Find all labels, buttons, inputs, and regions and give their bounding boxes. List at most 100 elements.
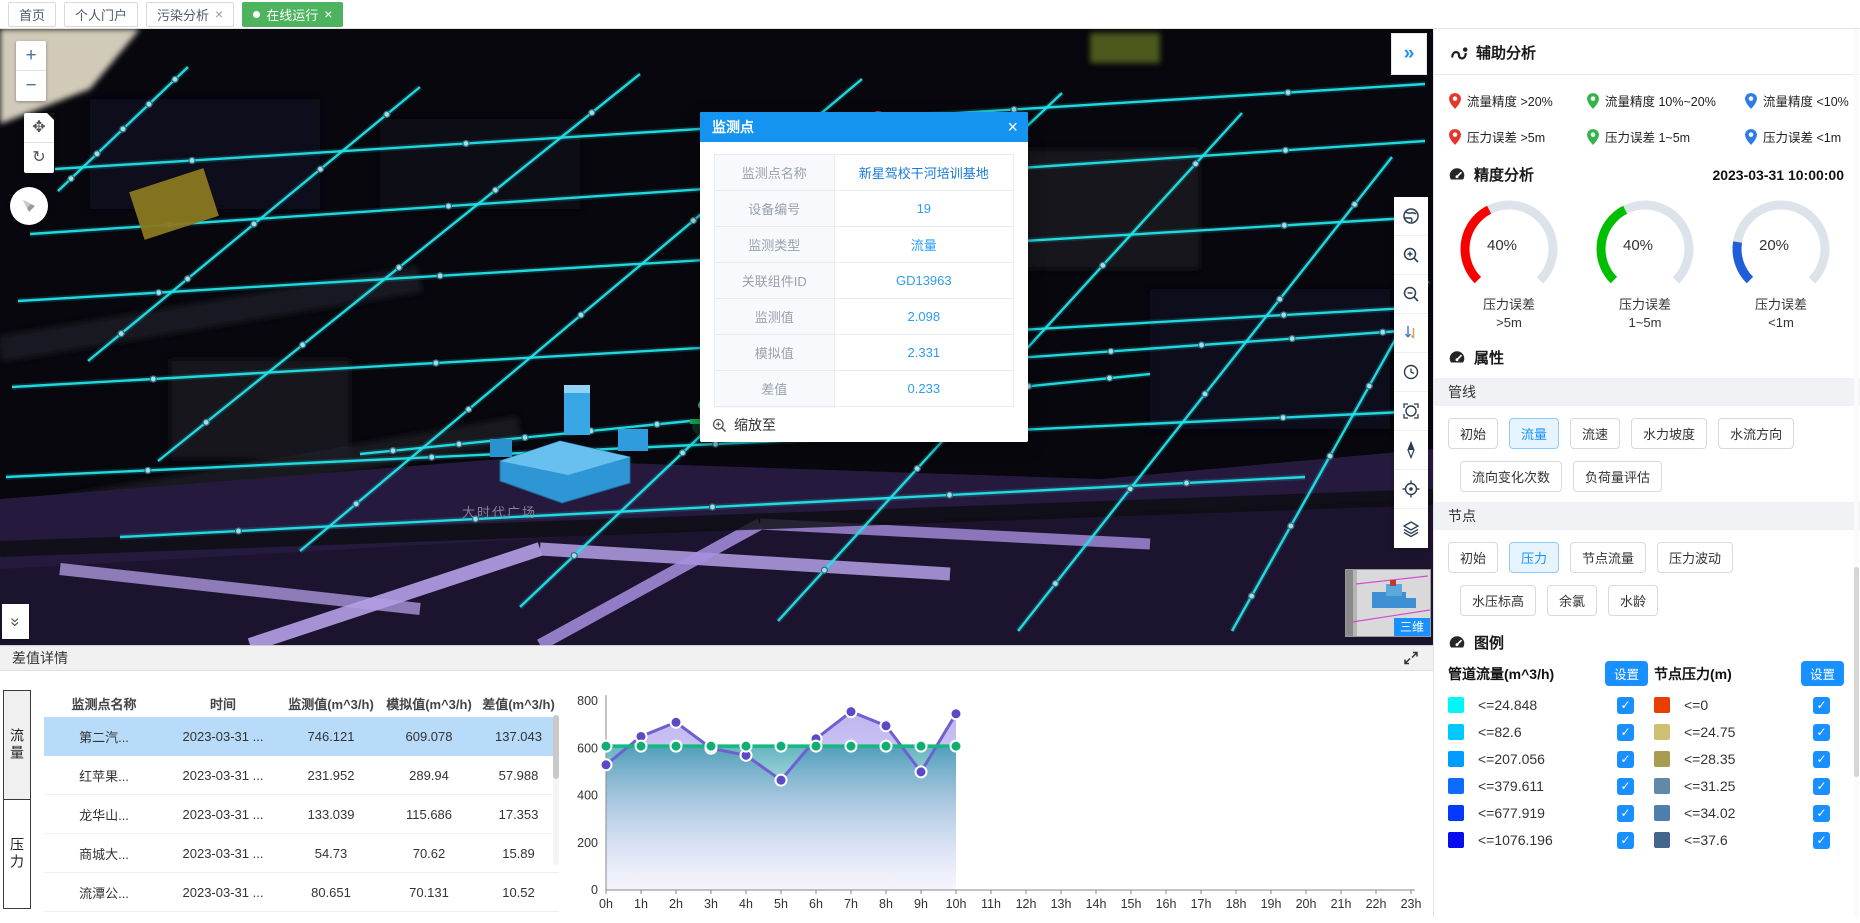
attr-button-流速[interactable]: 流速 — [1570, 418, 1620, 449]
legend-item-label: <=0 — [1684, 697, 1813, 713]
color-swatch — [1448, 751, 1464, 767]
metric-tab-流量[interactable]: 流量 — [3, 690, 31, 800]
table-row[interactable]: 商城大...2023-03-31 ...54.7370.6215.89 — [44, 834, 559, 873]
zoom-to-button[interactable]: 缩放至 — [700, 408, 1028, 442]
svg-text:13h: 13h — [1051, 897, 1072, 911]
attr-button-水流方向[interactable]: 水流方向 — [1718, 418, 1794, 449]
legend-checkbox[interactable]: ✓ — [1813, 751, 1830, 768]
layers-button[interactable] — [1394, 509, 1428, 548]
attr-button-流向变化次数[interactable]: 流向变化次数 — [1460, 461, 1562, 492]
map-place-label: 大时代广场 — [462, 505, 537, 520]
legend-checkbox[interactable]: ✓ — [1813, 724, 1830, 741]
metric-tabs: 流量压力 — [3, 690, 31, 909]
fullscreen-icon[interactable] — [1403, 650, 1419, 666]
scrollbar-thumb[interactable] — [553, 715, 559, 779]
frame-select-button[interactable] — [1394, 392, 1428, 431]
globe-button[interactable] — [1394, 197, 1428, 236]
double-down-arrows-icon — [1402, 324, 1420, 342]
legend-checkbox[interactable]: ✓ — [1813, 778, 1830, 795]
table-row[interactable]: 第二汽...2023-03-31 ...746.121609.078137.04… — [44, 717, 559, 756]
attr-button-压力波动[interactable]: 压力波动 — [1657, 542, 1733, 573]
legend-column-header: 节点压力(m) — [1654, 664, 1732, 684]
map-zoom-out-button[interactable]: − — [16, 71, 46, 101]
attr-button-水压标高[interactable]: 水压标高 — [1460, 585, 1536, 616]
attr-button-节点流量[interactable]: 节点流量 — [1570, 542, 1646, 573]
compare-arrows-button[interactable] — [1394, 314, 1428, 353]
compass-button[interactable] — [10, 187, 48, 225]
attr-button-水力坡度[interactable]: 水力坡度 — [1631, 418, 1707, 449]
accuracy-title: 精度分析 — [1474, 164, 1534, 185]
color-swatch — [1448, 724, 1464, 740]
table-cell: 231.952 — [282, 756, 380, 795]
table-row[interactable]: 龙华山...2023-03-31 ...133.039115.68617.353 — [44, 795, 559, 834]
legend-checkbox[interactable]: ✓ — [1617, 832, 1634, 849]
color-swatch — [1654, 724, 1670, 740]
legend-checkbox[interactable]: ✓ — [1617, 697, 1634, 714]
settings-button[interactable]: 设置 — [1605, 661, 1648, 686]
legend-checkbox[interactable]: ✓ — [1813, 697, 1830, 714]
map-zoom-in-button[interactable]: + — [16, 41, 46, 71]
attr-button-负荷量评估[interactable]: 负荷量评估 — [1573, 461, 1662, 492]
marker-legend-label: 流量精度 >20% — [1467, 91, 1553, 110]
close-tab-icon[interactable]: × — [324, 7, 332, 21]
close-icon[interactable]: × — [1007, 118, 1018, 136]
scrollbar-thumb[interactable] — [1854, 567, 1859, 777]
legend-item: <=31.25✓ — [1654, 777, 1844, 795]
table-row[interactable]: 红苹果...2023-03-31 ...231.952289.9457.988 — [44, 756, 559, 795]
attr-button-水龄[interactable]: 水龄 — [1608, 585, 1658, 616]
legend-checkbox[interactable]: ✓ — [1813, 832, 1830, 849]
tab-污染分析[interactable]: 污染分析× — [146, 2, 234, 27]
accuracy-timestamp: 2023-03-31 10:00:00 — [1712, 167, 1844, 183]
gauge-value: 20% — [1720, 237, 1828, 254]
table-cell: 17.353 — [478, 795, 559, 834]
svg-text:5h: 5h — [774, 897, 788, 911]
table-cell: 2023-03-31 ... — [164, 795, 282, 834]
map-rotate-button[interactable]: ↻ — [24, 143, 54, 173]
bottom-panel-collapse-button[interactable]: » — [2, 604, 29, 639]
tab-label: 个人门户 — [75, 5, 127, 24]
legend-item-label: <=1076.196 — [1478, 832, 1617, 848]
popup-row-value[interactable]: 新星驾校干河培训基地 — [834, 155, 1013, 191]
tab-个人门户[interactable]: 个人门户 — [64, 2, 138, 27]
attr-button-余氯[interactable]: 余氯 — [1547, 585, 1597, 616]
map-pan-button[interactable]: ✥ — [24, 113, 54, 143]
attr-button-初始[interactable]: 初始 — [1448, 418, 1498, 449]
attr-button-初始[interactable]: 初始 — [1448, 542, 1498, 573]
zoom-controls: + − — [16, 41, 46, 101]
metric-tab-压力[interactable]: 压力 — [3, 799, 31, 909]
tab-在线运行[interactable]: 在线运行× — [242, 2, 343, 27]
compass-needle-icon — [19, 196, 39, 216]
popup-row-label: 监测值 — [715, 299, 835, 335]
zoom-in-tool-button[interactable] — [1394, 236, 1428, 275]
locate-button[interactable] — [1394, 470, 1428, 509]
legend-checkbox[interactable]: ✓ — [1617, 751, 1634, 768]
tab-首页[interactable]: 首页 — [8, 2, 56, 27]
legend-checkbox[interactable]: ✓ — [1617, 724, 1634, 741]
map-3d-view[interactable]: 大时代广场 + − ✥ ↻ » » — [0, 29, 1433, 645]
attr-button-流量[interactable]: 流量 — [1509, 418, 1559, 449]
legend-checkbox[interactable]: ✓ — [1813, 805, 1830, 822]
sidebar-scrollbar[interactable] — [1854, 29, 1859, 917]
minimap[interactable]: 三维 — [1345, 569, 1431, 637]
sidebar-collapse-button[interactable]: » — [1391, 33, 1427, 75]
legend-checkbox[interactable]: ✓ — [1617, 805, 1634, 822]
history-button[interactable] — [1394, 353, 1428, 392]
legend-item: <=677.919✓ — [1448, 804, 1648, 822]
table-row[interactable]: 流潭公...2023-03-31 ...80.65170.13110.52 — [44, 873, 559, 912]
difference-detail-panel: 差值详情 流量压力 监测点名称时间监测值(m^3/h)模拟值(m^3/h)差值(… — [0, 645, 1433, 918]
legend-column-header-row: 管道流量(m^3/h)设置 — [1448, 661, 1648, 686]
close-tab-icon[interactable]: × — [215, 7, 223, 21]
settings-button[interactable]: 设置 — [1801, 661, 1844, 686]
north-arrow-button[interactable] — [1394, 431, 1428, 470]
svg-text:7h: 7h — [844, 897, 858, 911]
zoom-out-tool-button[interactable] — [1394, 275, 1428, 314]
table-cell: 57.988 — [478, 756, 559, 795]
gauge-icon — [1448, 349, 1466, 367]
marker-legend-label: 压力误差 >5m — [1467, 127, 1545, 146]
popup-body: 监测点名称新星驾校干河培训基地设备编号19监测类型流量关联组件IDGD13963… — [700, 142, 1028, 408]
legend-checkbox[interactable]: ✓ — [1617, 778, 1634, 795]
attr-button-压力[interactable]: 压力 — [1509, 542, 1559, 573]
table-scrollbar[interactable] — [553, 715, 559, 865]
minimap-mode-badge[interactable]: 三维 — [1394, 618, 1430, 636]
svg-text:200: 200 — [577, 836, 598, 850]
